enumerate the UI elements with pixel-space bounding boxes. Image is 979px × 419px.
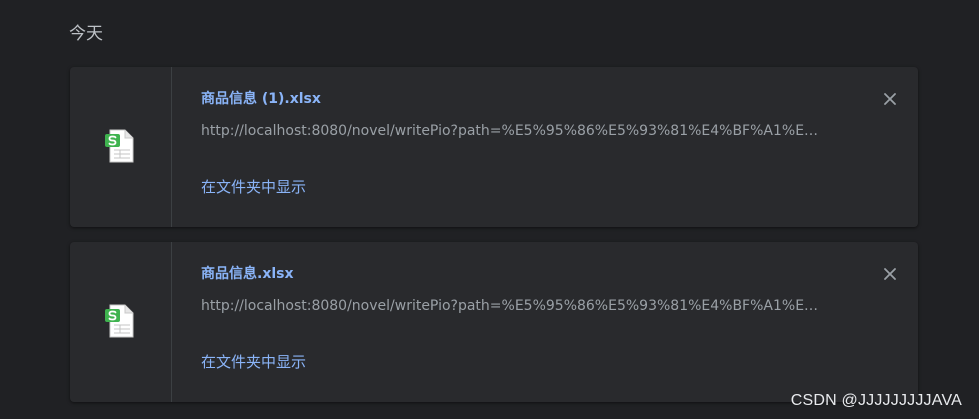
download-card: 商品信息.xlsx http://localhost:8080/novel/wr… [70,242,918,402]
download-url: http://localhost:8080/novel/writePio?pat… [201,123,819,139]
close-icon[interactable] [880,264,900,284]
spreadsheet-file-icon[interactable] [104,128,136,164]
watermark-text: CSDN @JJJJJJJJJAVA [790,392,962,409]
file-icon-column [70,242,172,402]
download-card: 商品信息 (1).xlsx http://localhost:8080/nove… [70,67,918,227]
downloads-page: 今天 商品信息 (1).xlsx http://localhost:8080/n… [0,0,979,419]
show-in-folder-link[interactable]: 在文件夹中显示 [201,177,306,197]
file-name-link[interactable]: 商品信息 (1).xlsx [201,89,321,109]
show-in-folder-link[interactable]: 在文件夹中显示 [201,352,306,372]
date-section-title: 今天 [69,24,103,44]
file-name-link[interactable]: 商品信息.xlsx [201,264,294,284]
download-url: http://localhost:8080/novel/writePio?pat… [201,298,819,314]
spreadsheet-file-icon[interactable] [104,303,136,339]
close-icon[interactable] [880,89,900,109]
file-icon-column [70,67,172,227]
